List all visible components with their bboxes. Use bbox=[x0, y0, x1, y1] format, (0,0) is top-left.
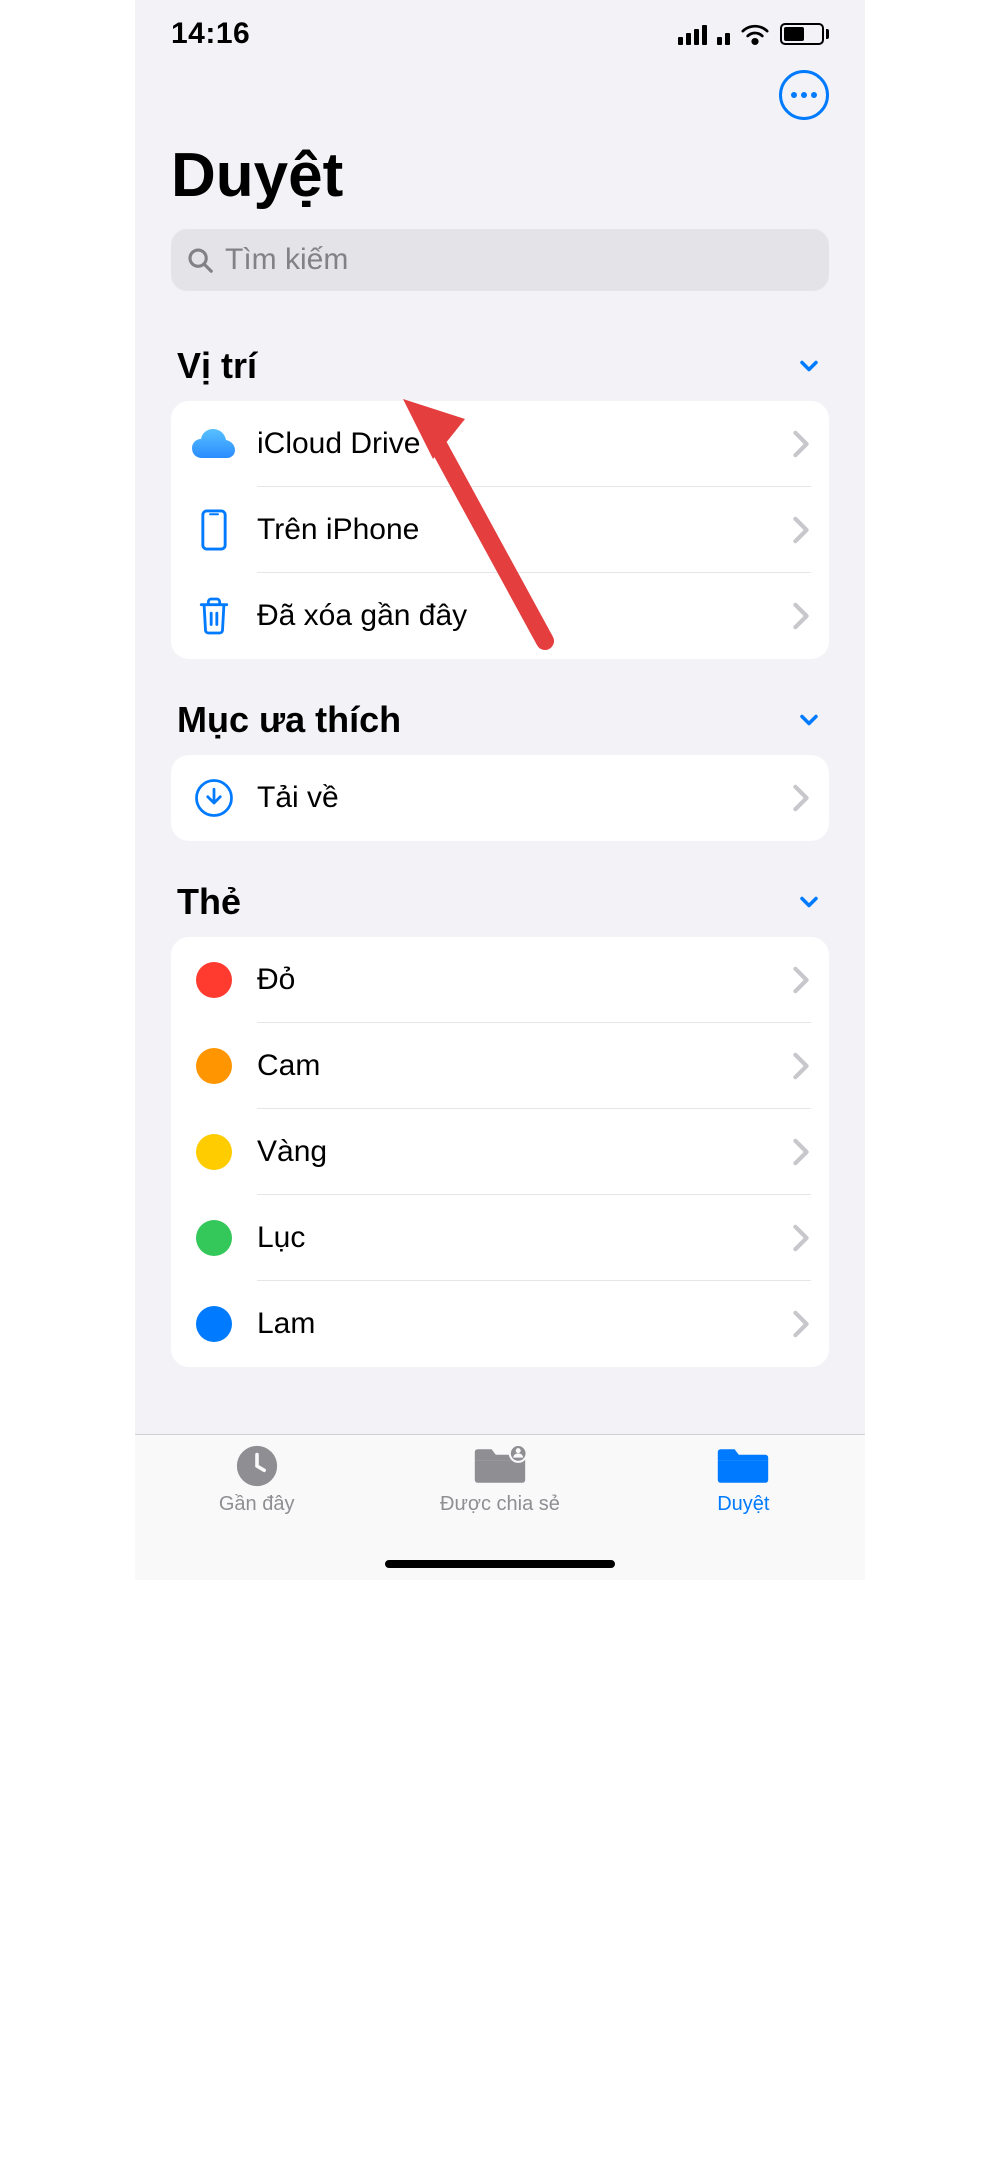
download-circle-icon bbox=[194, 778, 234, 818]
chevron-right-icon bbox=[791, 1224, 811, 1252]
favorite-item-downloads[interactable]: Tải về bbox=[171, 755, 829, 841]
chevron-right-icon bbox=[791, 1138, 811, 1166]
location-item-iphone[interactable]: Trên iPhone bbox=[171, 487, 829, 573]
search-icon bbox=[185, 245, 215, 275]
home-indicator[interactable] bbox=[385, 1560, 615, 1568]
tab-browse[interactable]: Duyệt bbox=[622, 1443, 865, 1516]
list-item-label: Vàng bbox=[257, 1135, 327, 1169]
tag-item-orange[interactable]: Cam bbox=[171, 1023, 829, 1109]
tag-dot-icon bbox=[196, 962, 232, 998]
section-title: Vị trí bbox=[177, 345, 257, 387]
tag-dot-icon bbox=[196, 1134, 232, 1170]
list-item-label: Trên iPhone bbox=[257, 513, 419, 547]
locations-card: iCloud Drive Trên iPhone Đã xóa gần bbox=[171, 401, 829, 659]
page-title: Duyệt bbox=[171, 140, 829, 211]
status-bar: 14:16 bbox=[135, 0, 865, 60]
tag-dot-icon bbox=[196, 1306, 232, 1342]
tag-item-yellow[interactable]: Vàng bbox=[171, 1109, 829, 1195]
icloud-icon bbox=[191, 428, 237, 460]
clock-icon bbox=[234, 1443, 280, 1489]
favorites-card: Tải về bbox=[171, 755, 829, 841]
tag-item-green[interactable]: Lục bbox=[171, 1195, 829, 1281]
chevron-down-icon bbox=[795, 706, 823, 734]
chevron-right-icon bbox=[791, 1310, 811, 1338]
chevron-right-icon bbox=[791, 430, 811, 458]
chevron-right-icon bbox=[791, 602, 811, 630]
tag-item-red[interactable]: Đỏ bbox=[171, 937, 829, 1023]
iphone-icon bbox=[200, 509, 228, 551]
chevron-right-icon bbox=[791, 966, 811, 994]
shared-folder-icon bbox=[472, 1443, 528, 1489]
chevron-down-icon bbox=[795, 352, 823, 380]
battery-icon bbox=[780, 23, 829, 45]
chevron-right-icon bbox=[791, 516, 811, 544]
tag-dot-icon bbox=[196, 1220, 232, 1256]
tag-dot-icon bbox=[196, 1048, 232, 1084]
trash-icon bbox=[197, 596, 231, 636]
section-title: Thẻ bbox=[177, 881, 241, 923]
list-item-label: Đỏ bbox=[257, 963, 295, 997]
list-item-label: Tải về bbox=[257, 781, 339, 815]
header: Duyệt bbox=[135, 60, 865, 311]
search-bar[interactable] bbox=[171, 229, 829, 291]
location-item-trash[interactable]: Đã xóa gần đây bbox=[171, 573, 829, 659]
signal-icon bbox=[678, 23, 730, 45]
search-input[interactable] bbox=[225, 243, 815, 277]
chevron-right-icon bbox=[791, 784, 811, 812]
tab-label: Gần đây bbox=[219, 1493, 295, 1516]
more-button[interactable] bbox=[779, 70, 829, 120]
section-header-favorites[interactable]: Mục ưa thích bbox=[171, 659, 829, 755]
status-time: 14:16 bbox=[171, 17, 250, 51]
section-header-tags[interactable]: Thẻ bbox=[171, 841, 829, 937]
tab-bar: Gần đây Được chia sẻ Duyệt bbox=[135, 1434, 865, 1580]
list-item-label: Lam bbox=[257, 1307, 315, 1341]
list-item-label: iCloud Drive bbox=[257, 427, 420, 461]
list-item-label: Đã xóa gần đây bbox=[257, 599, 467, 633]
tag-item-blue[interactable]: Lam bbox=[171, 1281, 829, 1367]
status-icons bbox=[678, 23, 829, 45]
list-item-label: Lục bbox=[257, 1221, 305, 1255]
tab-recents[interactable]: Gần đây bbox=[135, 1443, 378, 1516]
tab-label: Được chia sẻ bbox=[440, 1493, 560, 1516]
folder-icon bbox=[715, 1443, 771, 1489]
tab-label: Duyệt bbox=[717, 1493, 769, 1516]
location-item-icloud[interactable]: iCloud Drive bbox=[171, 401, 829, 487]
chevron-down-icon bbox=[795, 888, 823, 916]
section-title: Mục ưa thích bbox=[177, 699, 401, 741]
list-item-label: Cam bbox=[257, 1049, 320, 1083]
chevron-right-icon bbox=[791, 1052, 811, 1080]
wifi-icon bbox=[740, 23, 770, 45]
section-header-locations[interactable]: Vị trí bbox=[171, 311, 829, 401]
tags-card: Đỏ Cam Vàng Lụ bbox=[171, 937, 829, 1367]
tab-shared[interactable]: Được chia sẻ bbox=[378, 1443, 621, 1516]
